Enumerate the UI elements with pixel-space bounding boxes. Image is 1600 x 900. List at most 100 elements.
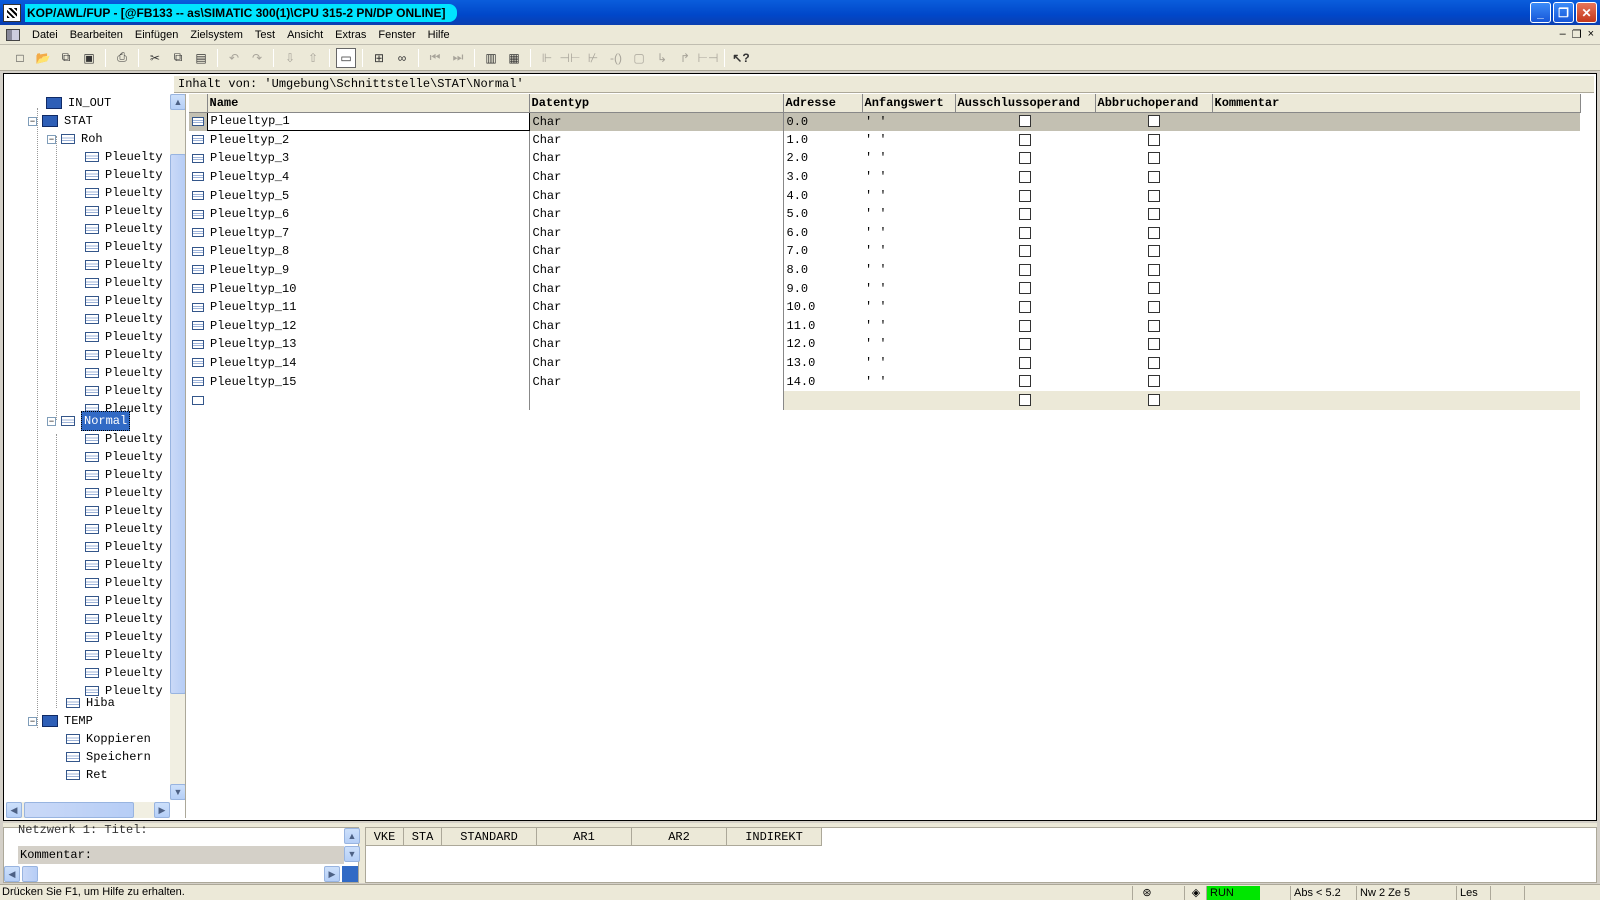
comment-cell[interactable]	[1212, 279, 1580, 298]
termination-checkbox-cell[interactable]	[1095, 168, 1212, 187]
datatype-cell[interactable]: Char	[529, 372, 784, 391]
close-branch-icon[interactable]: ↱	[675, 48, 695, 68]
datatype-cell[interactable]	[529, 390, 784, 410]
name-cell[interactable]: Pleueltyp_14	[207, 353, 530, 373]
print-icon[interactable]: ⎙	[112, 48, 132, 68]
scroll-up-icon[interactable]: ▲	[344, 828, 360, 844]
termination-checkbox[interactable]	[1147, 394, 1160, 407]
restore-button[interactable]: ❐	[1553, 2, 1574, 23]
paste-icon[interactable]: ▤	[191, 48, 211, 68]
termination-checkbox-cell[interactable]	[1095, 131, 1212, 150]
termination-checkbox[interactable]	[1147, 152, 1160, 165]
scroll-down-icon[interactable]: ▼	[344, 846, 360, 862]
exclusion-checkbox[interactable]	[1019, 356, 1031, 369]
name-cell[interactable]: Pleueltyp_8	[207, 242, 530, 261]
table-row[interactable]: Pleueltyp_10 Char 9.0 ' '	[189, 279, 1580, 298]
name-cell[interactable]: Pleueltyp_4	[207, 167, 530, 187]
tree-node-temp[interactable]: − TEMP	[28, 712, 93, 730]
tree-vertical-scrollbar[interactable]: ▲ ▼	[170, 94, 185, 800]
termination-checkbox[interactable]	[1147, 301, 1160, 314]
datatype-cell[interactable]: Char	[529, 167, 784, 187]
comment-cell[interactable]	[1212, 224, 1580, 243]
termination-checkbox[interactable]	[1147, 319, 1160, 332]
next-icon[interactable]: ⏭	[448, 48, 468, 68]
tree-node-variable[interactable]: Pleuelty	[85, 556, 163, 574]
datatype-cell[interactable]: Char	[529, 130, 784, 150]
tree-node-variable[interactable]: Pleuelty	[85, 184, 163, 202]
table-row[interactable]: Pleueltyp_13 Char 12.0 ' '	[189, 335, 1580, 354]
termination-checkbox[interactable]	[1147, 338, 1160, 351]
termination-checkbox-cell[interactable]	[1095, 354, 1212, 373]
initial-value-cell[interactable]: ' '	[862, 372, 955, 391]
initial-value-cell[interactable]: ' '	[862, 205, 955, 224]
termination-checkbox[interactable]	[1147, 189, 1160, 202]
comment-cell[interactable]	[1212, 354, 1580, 373]
scroll-thumb[interactable]	[22, 866, 38, 882]
table-row[interactable]: Pleueltyp_6 Char 5.0 ' '	[189, 204, 1580, 224]
comment-cell[interactable]	[1212, 186, 1580, 205]
initial-value-cell[interactable]: ' '	[862, 279, 955, 298]
menu-datei[interactable]: Datei	[26, 29, 64, 41]
comment-cell[interactable]	[1212, 149, 1580, 168]
table-row[interactable]: Pleueltyp_9 Char 8.0 ' '	[189, 260, 1580, 280]
column-header-kommentar[interactable]: Kommentar	[1212, 94, 1581, 113]
exclusion-checkbox-cell[interactable]	[955, 372, 1095, 391]
prev-icon[interactable]: ⏮	[425, 48, 445, 68]
exclusion-checkbox[interactable]	[1019, 301, 1031, 314]
column-header-ausschlussoperand[interactable]: Ausschlussoperand	[955, 94, 1096, 113]
menu-fenster[interactable]: Fenster	[372, 29, 421, 41]
name-cell[interactable]: Pleueltyp_2	[207, 130, 530, 150]
close-button[interactable]: ✕	[1576, 2, 1597, 23]
name-cell[interactable]: Pleueltyp_9	[207, 260, 530, 280]
coil-icon[interactable]: -()	[606, 48, 626, 68]
accessible-nodes-icon[interactable]: ⧉	[56, 48, 76, 68]
exclusion-checkbox[interactable]	[1019, 338, 1031, 351]
table-row[interactable]: Pleueltyp_5 Char 4.0 ' '	[189, 186, 1580, 205]
datatype-cell[interactable]: Char	[529, 353, 784, 373]
tree-node-variable[interactable]: Pleuelty	[85, 646, 163, 664]
table-row[interactable]: Pleueltyp_15 Char 14.0 ' '	[189, 372, 1580, 391]
menu-hilfe[interactable]: Hilfe	[422, 29, 456, 41]
termination-checkbox-cell[interactable]	[1095, 112, 1212, 131]
exclusion-checkbox[interactable]	[1019, 170, 1031, 183]
elements-icon[interactable]: ▥	[481, 48, 501, 68]
termination-checkbox-cell[interactable]	[1095, 261, 1212, 280]
tree-node-variable[interactable]: Pleuelty	[85, 520, 163, 538]
initial-value-cell[interactable]: ' '	[862, 242, 955, 261]
exclusion-checkbox-cell[interactable]	[955, 149, 1095, 168]
datatype-cell[interactable]: Char	[529, 204, 784, 224]
exclusion-checkbox[interactable]	[1019, 282, 1031, 295]
cut-icon[interactable]: ✂	[145, 48, 165, 68]
menu-extras[interactable]: Extras	[329, 29, 372, 41]
scroll-thumb[interactable]	[24, 802, 134, 818]
tree-node-variable[interactable]: Pleuelty	[85, 592, 163, 610]
connection-icon[interactable]: ⊢⊣	[698, 48, 719, 68]
termination-checkbox[interactable]	[1147, 115, 1160, 128]
comment-field[interactable]: Kommentar:	[18, 846, 344, 864]
mdi-restore-button[interactable]: ❐	[1572, 28, 1582, 41]
new-icon[interactable]: □	[10, 48, 30, 68]
termination-checkbox[interactable]	[1147, 170, 1160, 183]
exclusion-checkbox[interactable]	[1019, 394, 1031, 407]
tree-horizontal-scrollbar[interactable]: ◀ ▶	[6, 802, 170, 818]
tree-node-variable[interactable]: Pleuelty	[85, 610, 163, 628]
exclusion-checkbox-cell[interactable]	[955, 224, 1095, 243]
document-menu-icon[interactable]	[6, 28, 20, 41]
exclusion-checkbox-cell[interactable]	[955, 112, 1095, 131]
exclusion-checkbox[interactable]	[1019, 375, 1031, 388]
tree-node-variable[interactable]: Pleuelty	[85, 664, 163, 682]
comment-cell[interactable]	[1212, 131, 1580, 150]
help-icon[interactable]: ↖?	[731, 48, 751, 68]
details-icon[interactable]: ▦	[504, 48, 524, 68]
table-row-new[interactable]	[189, 390, 1580, 410]
network-icon[interactable]: ⊞	[369, 48, 389, 68]
collapse-icon[interactable]: −	[47, 134, 56, 144]
initial-value-cell[interactable]: ' '	[862, 224, 955, 243]
termination-checkbox-cell[interactable]	[1095, 317, 1212, 336]
table-row[interactable]: Pleueltyp_4 Char 3.0 ' '	[189, 167, 1580, 187]
exclusion-checkbox[interactable]	[1019, 115, 1031, 128]
exclusion-checkbox[interactable]	[1019, 263, 1031, 276]
tree-node-speichern[interactable]: Speichern	[66, 748, 151, 766]
comment-cell[interactable]	[1212, 205, 1580, 224]
name-cell[interactable]: Pleueltyp_11	[207, 297, 530, 317]
